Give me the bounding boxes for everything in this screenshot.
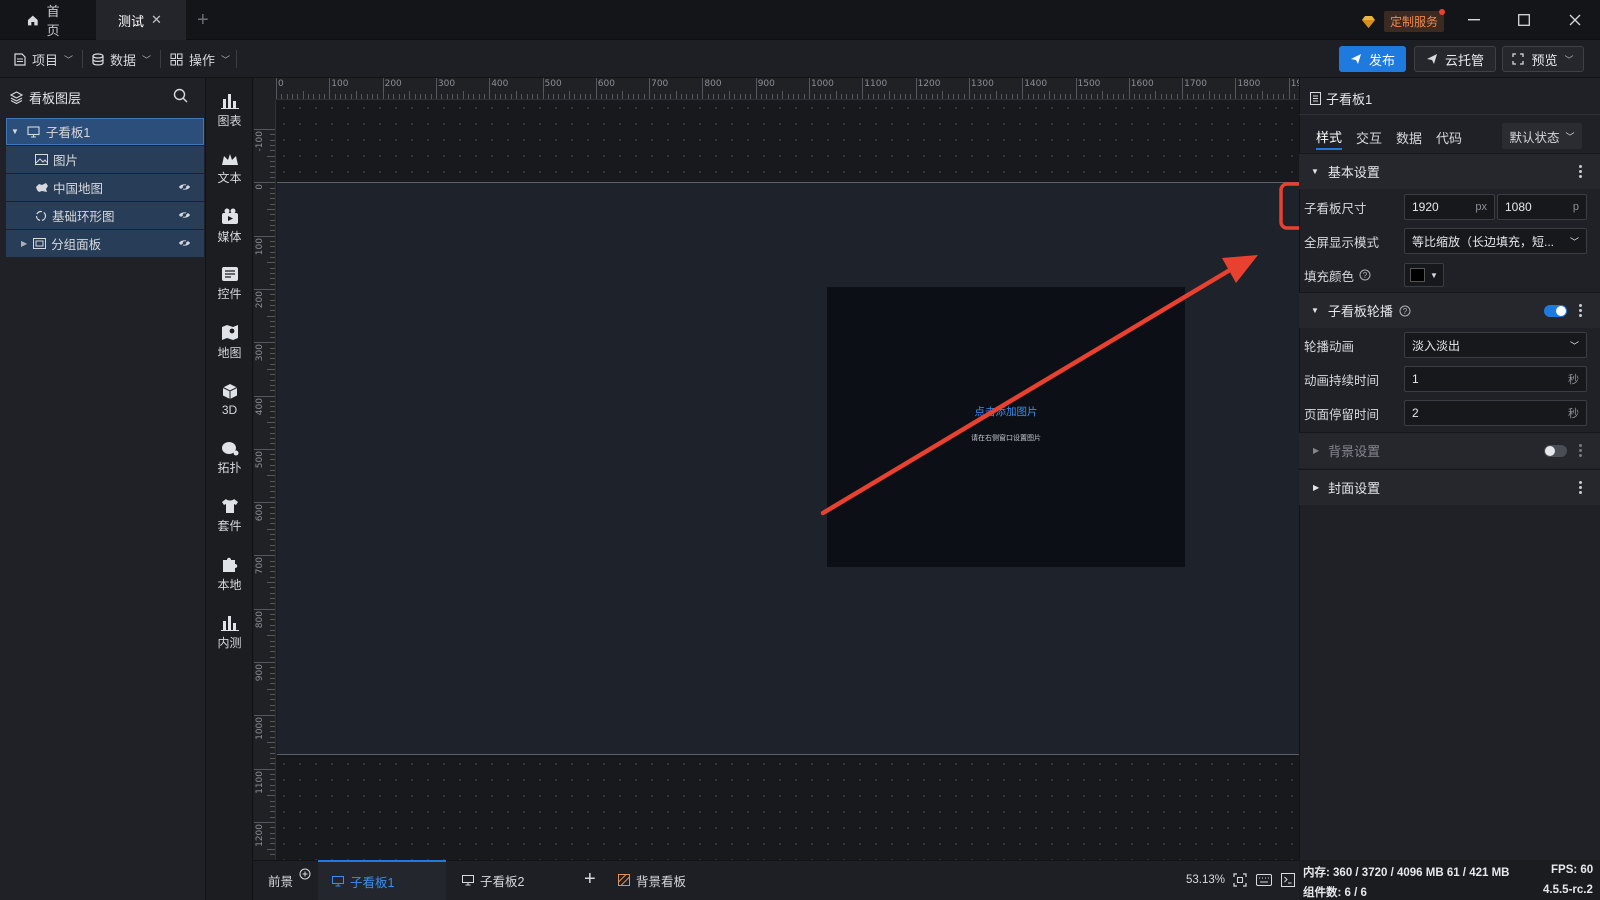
caret-down-icon: ▼ [1430,270,1438,280]
section-title: 子看板轮播 [1327,304,1393,319]
tab-data[interactable]: 数据 [1396,124,1422,150]
foreground-tab[interactable]: 前景 [254,860,325,900]
toggle-knob [1545,446,1555,456]
component-count: 组件数: 6 / 6 [1303,887,1367,899]
status-bar: 内存: 360 / 3720 / 4096 MB 61 / 421 MB FPS… [1299,860,1600,900]
section-cover[interactable]: ▶ 封面设置 [1299,469,1600,505]
terminal-icon[interactable] [1281,873,1295,887]
bottom-tab-sub-board-2[interactable]: 子看板2 [448,860,576,900]
bottom-tab-label: 子看板1 [350,875,395,890]
unit-label: px [1475,201,1487,213]
help-icon[interactable]: ? [1399,305,1411,317]
divider [1299,114,1600,115]
more-menu-icon[interactable] [1578,444,1582,457]
board-icon [332,875,344,886]
unit-label: 秒 [1568,408,1579,420]
section-title: 封面设置 [1328,481,1381,496]
carousel-animation-value: 淡入淡出 [1412,338,1461,353]
background-board-tab[interactable]: 背景看板 [604,860,700,900]
properties-header: 子看板1 [1310,89,1372,108]
carousel-animation-label: 轮播动画 [1304,339,1355,354]
fill-color-label: 填充颜色 [1304,269,1355,284]
fullscreen-mode-select[interactable]: 等比缩放（长边填充，短... ﹀ [1404,228,1587,254]
more-menu-icon[interactable] [1578,165,1582,178]
section-title: 背景设置 [1328,444,1381,459]
fullscreen-mode-value: 等比缩放（长边填充，短... [1412,234,1555,249]
memory-status: 内存: 360 / 3720 / 4096 MB 61 / 421 MB [1303,867,1510,879]
svg-text:?: ? [1403,307,1408,316]
animation-duration-value: 1 [1412,372,1419,386]
collapse-arrow-icon: ▼ [1311,306,1319,315]
zoom-level[interactable]: 53.13% [1186,874,1225,886]
collapse-arrow-icon: ▼ [1311,167,1319,176]
page-stay-value: 2 [1412,406,1419,420]
section-basic-settings[interactable]: ▼ 基本设置 [1299,153,1600,189]
add-circle-icon[interactable] [299,868,311,880]
width-input[interactable]: 1920 px [1404,194,1495,220]
annotation-arrow [820,255,1258,516]
chevron-down-icon: ﹀ [1565,131,1575,142]
section-carousel[interactable]: ▼ 子看板轮播 ? [1299,292,1600,328]
bottom-tab-sub-board-1[interactable]: 子看板1 [318,860,446,900]
height-input[interactable]: 1080 p [1497,194,1587,220]
help-icon[interactable]: ? [1359,269,1371,281]
background-board-icon [618,874,630,886]
bottom-tab-label: 子看板2 [480,874,525,889]
more-menu-icon[interactable] [1578,304,1582,317]
version-label: 4.5.5-rc.2 [1543,884,1593,896]
height-value: 1080 [1505,200,1532,214]
background-toggle[interactable] [1544,445,1567,457]
unit-label: 秒 [1568,374,1579,386]
background-board-label: 背景看板 [636,874,687,889]
animation-duration-input[interactable]: 1 秒 [1404,366,1587,392]
animation-duration-label: 动画持续时间 [1304,373,1380,388]
tab-interaction[interactable]: 交互 [1356,124,1382,150]
section-title: 基本设置 [1327,165,1380,180]
color-swatch [1410,268,1425,282]
toggle-knob [1556,306,1566,316]
expand-arrow-icon: ▶ [1313,483,1320,492]
fill-color-row: 填充颜色 ? [1304,262,1371,288]
keyboard-icon[interactable] [1256,874,1272,886]
tab-code[interactable]: 代码 [1436,124,1462,150]
properties-title: 子看板1 [1326,92,1373,107]
carousel-animation-select[interactable]: 淡入淡出 ﹀ [1404,332,1587,358]
add-board-button[interactable]: + [584,868,596,891]
chevron-down-icon: ﹀ [1569,236,1579,247]
more-menu-icon[interactable] [1578,481,1582,494]
carousel-toggle[interactable] [1544,305,1567,317]
fill-color-picker[interactable]: ▼ [1404,263,1444,287]
fullscreen-mode-label: 全屏显示模式 [1304,235,1380,250]
fit-screen-icon[interactable] [1233,873,1247,887]
page-stay-label: 页面停留时间 [1304,407,1380,422]
page-stay-input[interactable]: 2 秒 [1404,400,1587,426]
expand-arrow-icon: ▶ [1313,446,1320,455]
tab-style[interactable]: 样式 [1316,124,1343,150]
svg-text:?: ? [1363,271,1368,280]
sub-board-size-label: 子看板尺寸 [1304,201,1367,216]
state-label: 默认状态 [1509,130,1560,145]
section-background[interactable]: ▶ 背景设置 [1299,432,1600,468]
board-icon [462,874,474,885]
chevron-down-icon: ﹀ [1569,340,1579,351]
fps-status: FPS: 60 [1551,864,1594,876]
unit-label: p [1572,201,1579,213]
state-select[interactable]: 默认状态 ﹀ [1502,123,1582,149]
width-value: 1920 [1412,200,1439,214]
document-icon [1310,92,1321,105]
foreground-label: 前景 [268,874,294,889]
